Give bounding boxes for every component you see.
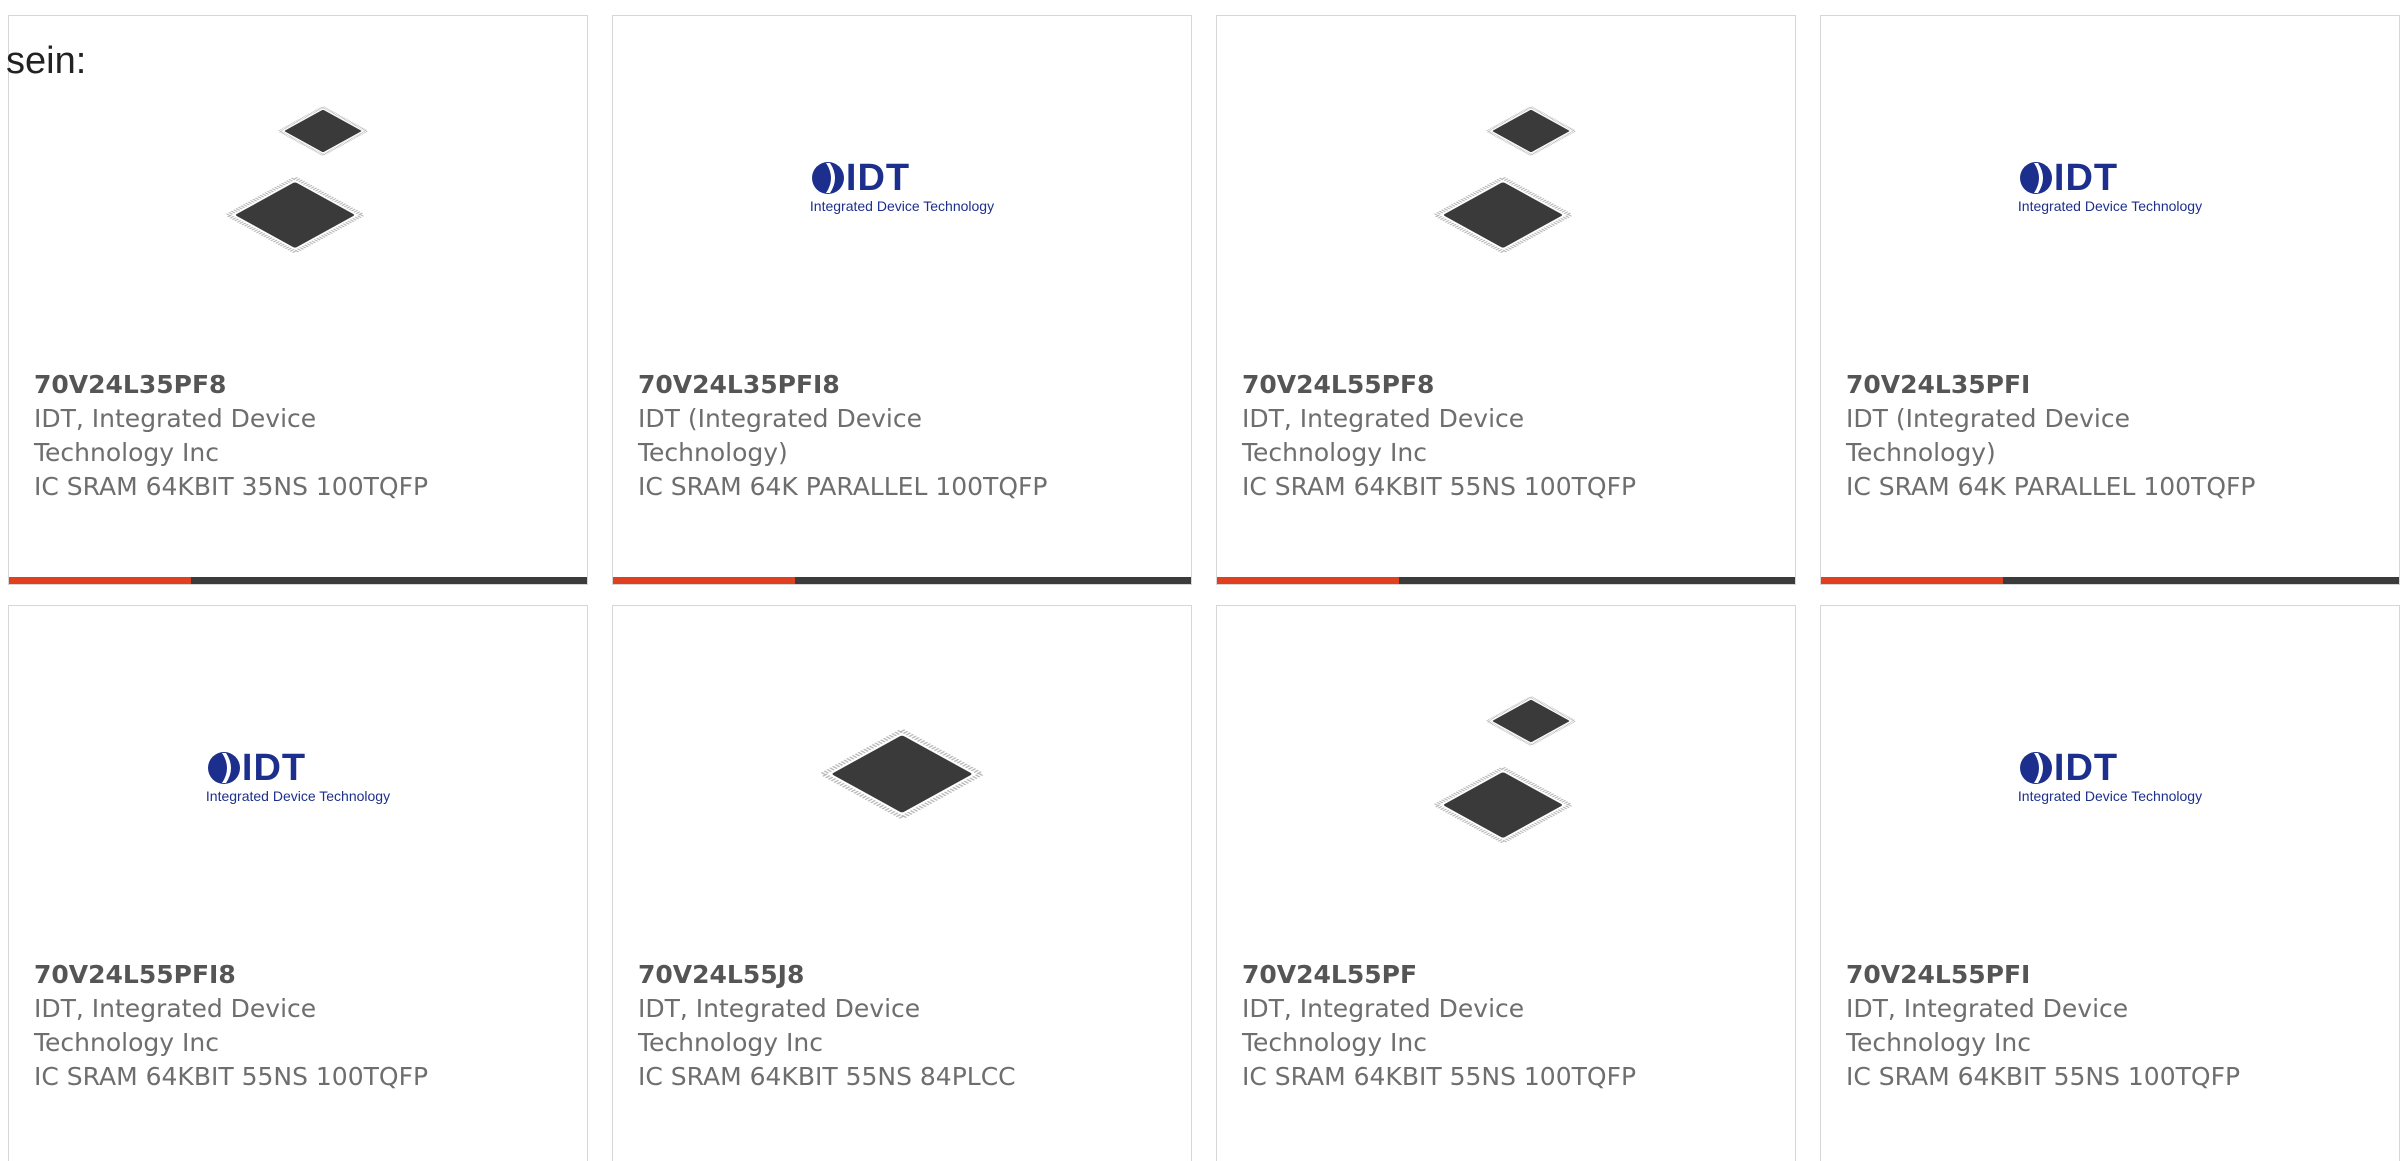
product-image <box>1217 76 1795 296</box>
product-info: 70V24L55PFI IDT, Integrated Device Techn… <box>1846 958 2379 1094</box>
product-image: IDT Integrated Device Technology <box>1821 666 2399 886</box>
manufacturer-line-1: IDT (Integrated Device <box>1846 404 2130 433</box>
product-card[interactable]: 70V24L55PF IDT, Integrated Device Techno… <box>1216 605 1796 1161</box>
product-info: 70V24L55PFI8 IDT, Integrated Device Tech… <box>34 958 567 1094</box>
part-number[interactable]: 70V24L35PF8 <box>34 368 567 402</box>
manufacturer-line-1: IDT, Integrated Device <box>34 404 317 433</box>
product-grid-page: sein: 70V24L35PF8 IDT, Integrated Device… <box>0 0 2400 1161</box>
chip-pair-image <box>198 86 398 286</box>
product-info: 70V24L35PF8 IDT, Integrated Device Techn… <box>34 368 567 504</box>
product-description: IC SRAM 64K PARALLEL 100TQFP <box>1846 472 2256 501</box>
product-card[interactable]: 70V24L55PF8 IDT, Integrated Device Techn… <box>1216 15 1796 585</box>
card-accent-segment <box>1217 577 1399 584</box>
product-info: 70V24L35PFI8 IDT (Integrated Device Tech… <box>638 368 1171 504</box>
part-number[interactable]: 70V24L55PFI <box>1846 958 2379 992</box>
manufacturer-line-1: IDT, Integrated Device <box>1242 404 1525 433</box>
manufacturer-line-2: Technology Inc <box>34 1028 219 1057</box>
product-description: IC SRAM 64KBIT 55NS 100TQFP <box>34 1062 429 1091</box>
product-image <box>1217 666 1795 886</box>
idt-logo: IDT Integrated Device Technology <box>809 156 995 214</box>
part-number[interactable]: 70V24L55J8 <box>638 958 1171 992</box>
manufacturer-line-2: Technology Inc <box>1846 1028 2031 1057</box>
idt-logo-mark <box>2019 161 2052 194</box>
card-accent-segment <box>1821 577 2003 584</box>
manufacturer-line-2: Technology Inc <box>1242 438 1427 467</box>
product-description: IC SRAM 64K PARALLEL 100TQFP <box>638 472 1048 501</box>
part-number[interactable]: 70V24L55PF <box>1242 958 1775 992</box>
product-image <box>9 76 587 296</box>
manufacturer-line-1: IDT (Integrated Device <box>638 404 922 433</box>
product-image <box>613 666 1191 886</box>
product-description: IC SRAM 64KBIT 35NS 100TQFP <box>34 472 429 501</box>
part-number[interactable]: 70V24L35PFI8 <box>638 368 1171 402</box>
product-card[interactable]: 70V24L35PF8 IDT, Integrated Device Techn… <box>8 15 588 585</box>
card-accent-segment <box>9 577 191 584</box>
product-info: 70V24L35PFI IDT (Integrated Device Techn… <box>1846 368 2379 504</box>
part-number[interactable]: 70V24L55PFI8 <box>34 958 567 992</box>
product-card[interactable]: IDT Integrated Device Technology 70V24L55… <box>1820 605 2400 1161</box>
card-accent-bar <box>1821 577 2399 584</box>
manufacturer-line-2: Technology Inc <box>1242 1028 1427 1057</box>
card-accent-bar <box>1217 577 1795 584</box>
product-image: IDT Integrated Device Technology <box>1821 76 2399 296</box>
product-info: 70V24L55PF IDT, Integrated Device Techno… <box>1242 958 1775 1094</box>
product-card[interactable]: IDT Integrated Device Technology 70V24L35… <box>1820 15 2400 585</box>
chip-pair-image <box>1406 86 1606 286</box>
manufacturer-line-2: Technology) <box>638 438 788 467</box>
product-description: IC SRAM 64KBIT 55NS 100TQFP <box>1242 472 1637 501</box>
product-description: IC SRAM 64KBIT 55NS 100TQFP <box>1846 1062 2241 1091</box>
chip-image <box>802 714 1002 838</box>
idt-logo: IDT Integrated Device Technology <box>2017 746 2203 804</box>
product-card[interactable]: 70V24L55J8 IDT, Integrated Device Techno… <box>612 605 1192 1161</box>
product-card[interactable]: IDT Integrated Device Technology 70V24L35… <box>612 15 1192 585</box>
manufacturer-line-1: IDT, Integrated Device <box>638 994 921 1023</box>
idt-logo-mark <box>2019 751 2052 784</box>
manufacturer-line-1: IDT, Integrated Device <box>1846 994 2129 1023</box>
product-description: IC SRAM 64KBIT 55NS 100TQFP <box>1242 1062 1637 1091</box>
intro-text: sein: <box>6 40 87 82</box>
product-card[interactable]: IDT Integrated Device Technology 70V24L55… <box>8 605 588 1161</box>
idt-logo: IDT Integrated Device Technology <box>2017 156 2203 214</box>
part-number[interactable]: 70V24L55PF8 <box>1242 368 1775 402</box>
product-image: IDT Integrated Device Technology <box>9 666 587 886</box>
product-image: IDT Integrated Device Technology <box>613 76 1191 296</box>
manufacturer-line-2: Technology) <box>1846 438 1996 467</box>
card-accent-segment <box>613 577 795 584</box>
idt-logo-mark <box>207 751 240 784</box>
manufacturer-line-2: Technology Inc <box>34 438 219 467</box>
manufacturer-line-2: Technology Inc <box>638 1028 823 1057</box>
product-description: IC SRAM 64KBIT 55NS 84PLCC <box>638 1062 1016 1091</box>
product-info: 70V24L55J8 IDT, Integrated Device Techno… <box>638 958 1171 1094</box>
manufacturer-line-1: IDT, Integrated Device <box>1242 994 1525 1023</box>
idt-logo-mark <box>811 161 844 194</box>
idt-logo: IDT Integrated Device Technology <box>205 746 391 804</box>
manufacturer-line-1: IDT, Integrated Device <box>34 994 317 1023</box>
chip-pair-image <box>1406 676 1606 876</box>
product-info: 70V24L55PF8 IDT, Integrated Device Techn… <box>1242 368 1775 504</box>
card-accent-bar <box>613 577 1191 584</box>
part-number[interactable]: 70V24L35PFI <box>1846 368 2379 402</box>
card-accent-bar <box>9 577 587 584</box>
